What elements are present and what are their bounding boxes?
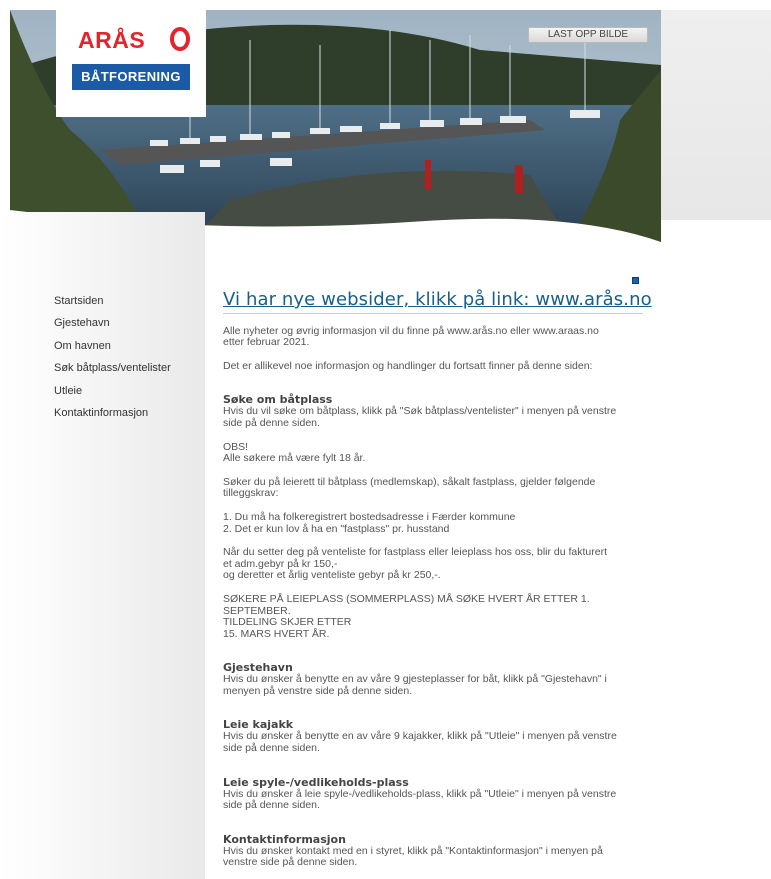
text-line: Søker du på leierett til båtplass (medle…: [223, 475, 596, 488]
section-leie-spyleplass: Leie spyle-/vedlikeholds-plass Hvis du ø…: [223, 775, 643, 812]
text-line: side på denne siden.: [223, 416, 320, 429]
headline-link[interactable]: Vi har nye websider, klikk på link: www.…: [223, 291, 652, 308]
main-content: Vi har nye websider, klikk på link: www.…: [223, 278, 652, 869]
text-line: tilleggskrav:: [223, 487, 279, 500]
text-line: Alle søkere må være fylt 18 år.: [223, 452, 366, 465]
nav-item-kontaktinformasjon[interactable]: Kontaktinformasjon: [54, 406, 171, 428]
obs-paragraph: OBS! Alle søkere må være fylt 18 år.: [223, 441, 643, 465]
section-gjestehavn: Gjestehavn Hvis du ønsker å benytte en a…: [223, 662, 643, 697]
section-leie-kajakk: Leie kajakk Hvis du ønsker å benytte en …: [223, 719, 643, 754]
divider: [223, 312, 643, 314]
text-line: side på denne siden.: [223, 742, 320, 755]
text-line: venstre side på denne siden.: [223, 856, 358, 869]
section-sok-batplass: Søke om båtplass Hvis du vil søke om båt…: [223, 394, 643, 429]
text-line: menyen på venstre side på denne siden.: [223, 684, 413, 697]
text-line: SØKERE PÅ LEIEPLASS (SOMMERPLASS) MÅ SØK…: [223, 592, 590, 617]
logo-text-aras: ARÅS: [78, 27, 146, 53]
summer-paragraph: SØKERE PÅ LEIEPLASS (SOMMERPLASS) MÅ SØK…: [223, 592, 643, 640]
logo-text-batforening: BÅTFORENING: [72, 64, 190, 90]
nav-item-startsiden[interactable]: Startsiden: [54, 294, 171, 316]
upload-image-button[interactable]: LAST OPP BILDE: [528, 27, 648, 43]
header-photo: ARÅS BÅTFORENING: [10, 10, 661, 242]
requirements-list: 1. Du må ha folkeregistrert bostedsadres…: [223, 510, 643, 535]
text-line: side på denne siden.: [223, 799, 320, 812]
section-title: Leie spyle-/vedlikeholds-plass: [223, 775, 409, 789]
fee-paragraph: Når du setter deg på venteliste for fast…: [223, 547, 643, 582]
header-side-panel: [661, 10, 771, 220]
nav-item-om-havnen[interactable]: Om havnen: [54, 339, 171, 361]
text-line: TILDELING SKJER ETTER: [223, 616, 352, 629]
intro-paragraph-2: Det er allikevel noe informasjon og hand…: [223, 359, 643, 373]
text-line: Det er allikevel noe informasjon og hand…: [223, 359, 593, 372]
text-line: Når du setter deg på venteliste for fast…: [223, 546, 608, 559]
nav-item-utleie[interactable]: Utleie: [54, 384, 171, 406]
nav-item-gjestehavn[interactable]: Gjestehavn: [54, 316, 171, 338]
lifebuoy-icon: [170, 27, 190, 51]
main-menu: Startsiden Gjestehavn Om havnen Søk båtp…: [54, 294, 171, 428]
fastplass-paragraph: Søker du på leierett til båtplass (medle…: [223, 475, 643, 500]
nav-item-sok-batplass[interactable]: Søk båtplass/ventelister: [54, 361, 171, 383]
section-kontaktinformasjon: Kontaktinformasjon Hvis du ønsker kontak…: [223, 833, 643, 869]
logo[interactable]: ARÅS BÅTFORENING: [56, 10, 206, 117]
intro-paragraph: Alle nyheter og øvrig informasjon vil du…: [223, 325, 643, 349]
list-item: 1. Du må ha folkeregistrert bostedsadres…: [223, 510, 516, 523]
list-item: 2. Det er kun lov å ha en "fastplass" pr…: [223, 522, 450, 535]
text-line: etter februar 2021.: [223, 336, 310, 349]
text-line: og deretter et årlig venteliste gebyr på…: [223, 569, 441, 582]
text-line: 15. MARS HVERT ÅR.: [223, 627, 330, 640]
